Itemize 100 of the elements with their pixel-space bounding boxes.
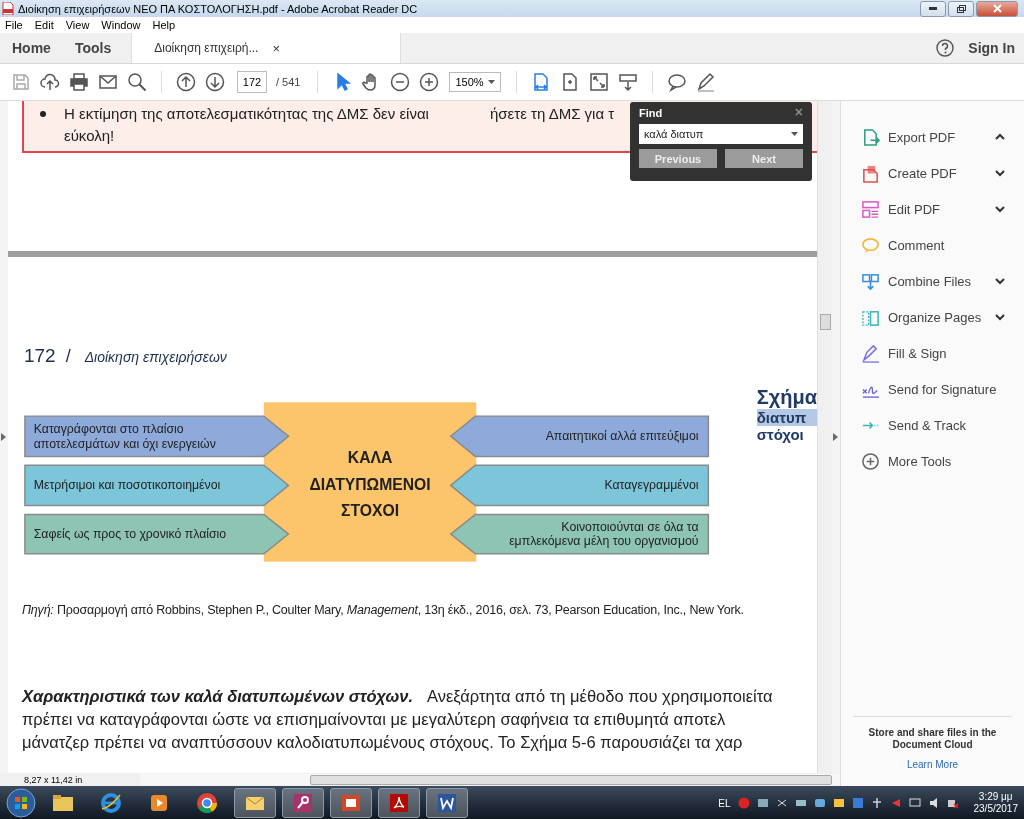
page-number-field[interactable]: 172 xyxy=(237,71,267,93)
tool-item[interactable]: Fill & Sign xyxy=(841,335,1024,371)
read-mode-icon[interactable] xyxy=(617,71,640,93)
previous-page-icon[interactable] xyxy=(175,71,197,93)
page-number: 172 xyxy=(24,345,56,367)
taskbar-app[interactable] xyxy=(426,788,468,818)
chrome-icon xyxy=(195,791,219,815)
diagram-label: Καταγεγραμμένοι xyxy=(604,478,699,493)
plus-circle-icon xyxy=(861,451,880,471)
help-icon[interactable] xyxy=(936,39,955,57)
menu-item[interactable]: Help xyxy=(152,19,176,31)
close-button[interactable] xyxy=(976,0,1018,17)
running-header: Διοίκηση επιχειρήσεων xyxy=(83,348,228,367)
menu-item[interactable]: File xyxy=(5,19,23,31)
search-icon[interactable] xyxy=(126,71,148,93)
diagram-label: Απαιτητικοί αλλά επιτεύξιμοι xyxy=(545,429,699,444)
body-text: εύκολη! xyxy=(64,126,116,146)
tool-item[interactable]: Comment xyxy=(841,227,1024,263)
nav-tab[interactable]: Tools xyxy=(62,33,124,63)
combine-files-icon xyxy=(861,271,880,291)
diagram-label: Σαφείς ως προς το χρονικό πλαίσιο xyxy=(33,527,227,542)
promo-text: Store and share files in the Document Cloud xyxy=(867,727,998,751)
browser-e-icon xyxy=(99,791,123,815)
bullet-icon xyxy=(40,111,46,117)
chevron-icon[interactable] xyxy=(994,311,1006,323)
language-indicator[interactable]: EL xyxy=(718,797,731,809)
restore-button[interactable] xyxy=(948,0,974,17)
key-icon xyxy=(291,791,315,815)
menu-item[interactable]: Window xyxy=(101,19,141,31)
comment-icon[interactable] xyxy=(666,71,689,93)
body-text: Ανεξάρτητα από τη μέθοδο που χρησιμοποιείτα xyxy=(427,687,773,705)
restore-icon xyxy=(956,4,966,13)
tool-item[interactable]: Send for Signature xyxy=(841,371,1024,407)
menu-item[interactable]: View xyxy=(65,19,90,31)
next-page-icon[interactable] xyxy=(204,71,226,93)
nav-tab[interactable]: Home xyxy=(0,33,63,63)
find-close-button[interactable]: × xyxy=(794,107,803,119)
tray-icon[interactable] xyxy=(813,797,826,809)
taskbar-app[interactable] xyxy=(330,788,372,818)
monitor-icon[interactable] xyxy=(908,797,921,809)
fullscreen-icon[interactable] xyxy=(588,71,611,93)
minimize-icon xyxy=(929,7,937,10)
tool-item[interactable]: Edit PDF xyxy=(841,191,1024,227)
document-w-icon xyxy=(435,791,459,815)
taskbar-app[interactable] xyxy=(282,788,324,818)
tray-icon[interactable] xyxy=(775,797,788,809)
tray-icon[interactable] xyxy=(832,797,845,809)
find-field[interactable]: καλά διατυπ xyxy=(639,124,803,144)
paragraph-heading: Χαρακτηριστικά των καλά διατυπωμένων στόχων. xyxy=(22,687,413,705)
tray-icon[interactable] xyxy=(756,797,769,809)
network-icon[interactable] xyxy=(870,797,883,809)
pdf-reader-icon xyxy=(387,791,411,815)
speaker-icon[interactable] xyxy=(927,797,940,809)
search-highlight: διατυπ xyxy=(756,409,817,426)
menu-item[interactable]: Edit xyxy=(34,19,54,31)
speech-bubble-icon xyxy=(861,235,880,255)
upload-cloud-icon[interactable] xyxy=(39,71,61,93)
pen-icon xyxy=(861,343,880,363)
tool-item[interactable]: More Tools xyxy=(841,443,1024,479)
chevron-icon[interactable] xyxy=(994,275,1006,287)
tool-item[interactable]: Send & Track xyxy=(841,407,1024,443)
chevron-icon[interactable] xyxy=(994,167,1006,179)
document-tab[interactable]: Διοίκηση επιχειρή... × xyxy=(131,33,402,63)
sign-in-button[interactable]: Sign In xyxy=(968,33,1024,63)
window-title: Διοίκηση επιχειρήσεων ΝΕΟ ΠΑ ΚΟΣΤΟΛΟΓΗΣΗ.pdf - Adobe Acrobat Reader DC xyxy=(18,2,419,15)
export-icon xyxy=(861,127,880,147)
next-arrow-icon[interactable] xyxy=(833,433,839,441)
learn-more-link[interactable]: Learn More xyxy=(906,759,959,770)
vertical-scrollbar[interactable] xyxy=(817,101,832,773)
pdf-file-icon xyxy=(2,2,14,15)
center-label: ΚΑΛΑ ΔΙΑΤΥΠΩΜΕΝΟΙ ΣΤΟΧΟΙ xyxy=(309,449,431,520)
tool-item[interactable]: Export PDF xyxy=(841,119,1024,155)
caret-icon xyxy=(488,80,496,84)
diagram-label: Μετρήσιμοι και ποσοτικοποιημένοι xyxy=(33,478,221,493)
tool-item[interactable]: Organize Pages xyxy=(841,299,1024,335)
zoom-in-icon[interactable] xyxy=(418,71,441,93)
tool-item[interactable]: Combine Files xyxy=(841,263,1024,299)
diagram-label: Κοινοποιούνται σε όλα τα εμπλεκόμενα μέλη του οργανισμού xyxy=(509,519,699,549)
zoom-out-icon[interactable] xyxy=(389,71,412,93)
body-text: μάνατζερ πρέπει να αναπτύσσουν καλοδιατυπωμένους στόχους. Το Σχήμα 5-6 παρουσιάζει τα χαρ xyxy=(22,732,744,753)
header-separator: / xyxy=(65,346,71,367)
chevron-icon[interactable] xyxy=(994,203,1006,215)
zoom-dropdown[interactable]: 150% xyxy=(449,72,502,92)
figure-title: Σχήμα xyxy=(756,386,817,409)
body-text: Η εκτίμηση της αποτελεσματικότητας της ΔΜΣ δεν είναι xyxy=(64,104,429,124)
page-size: 8,27 x 11,42 in xyxy=(23,774,84,785)
start-button[interactable] xyxy=(6,788,36,818)
horizontal-scrollbar[interactable] xyxy=(140,774,840,785)
tool-item[interactable]: Create PDF xyxy=(841,155,1024,191)
figure-title: στόχοι xyxy=(756,426,805,443)
power-icon[interactable] xyxy=(946,797,959,809)
tab-close-button[interactable]: × xyxy=(272,40,281,56)
tray-icon[interactable] xyxy=(794,797,807,809)
caret-icon xyxy=(791,132,798,136)
previous-arrow-icon[interactable] xyxy=(1,433,7,441)
print-icon[interactable] xyxy=(68,71,90,93)
body-text: πρέπει να καταγράφονται ώστε να επισημαίνονται με μεγαλύτερη σαφήνεια τα επιθυμητά αποτελ xyxy=(22,709,727,730)
minimize-button[interactable] xyxy=(920,0,946,17)
page-count: / 541 xyxy=(276,76,301,88)
clock[interactable]: 3:29 μμ 23/5/2017 xyxy=(973,791,1018,815)
